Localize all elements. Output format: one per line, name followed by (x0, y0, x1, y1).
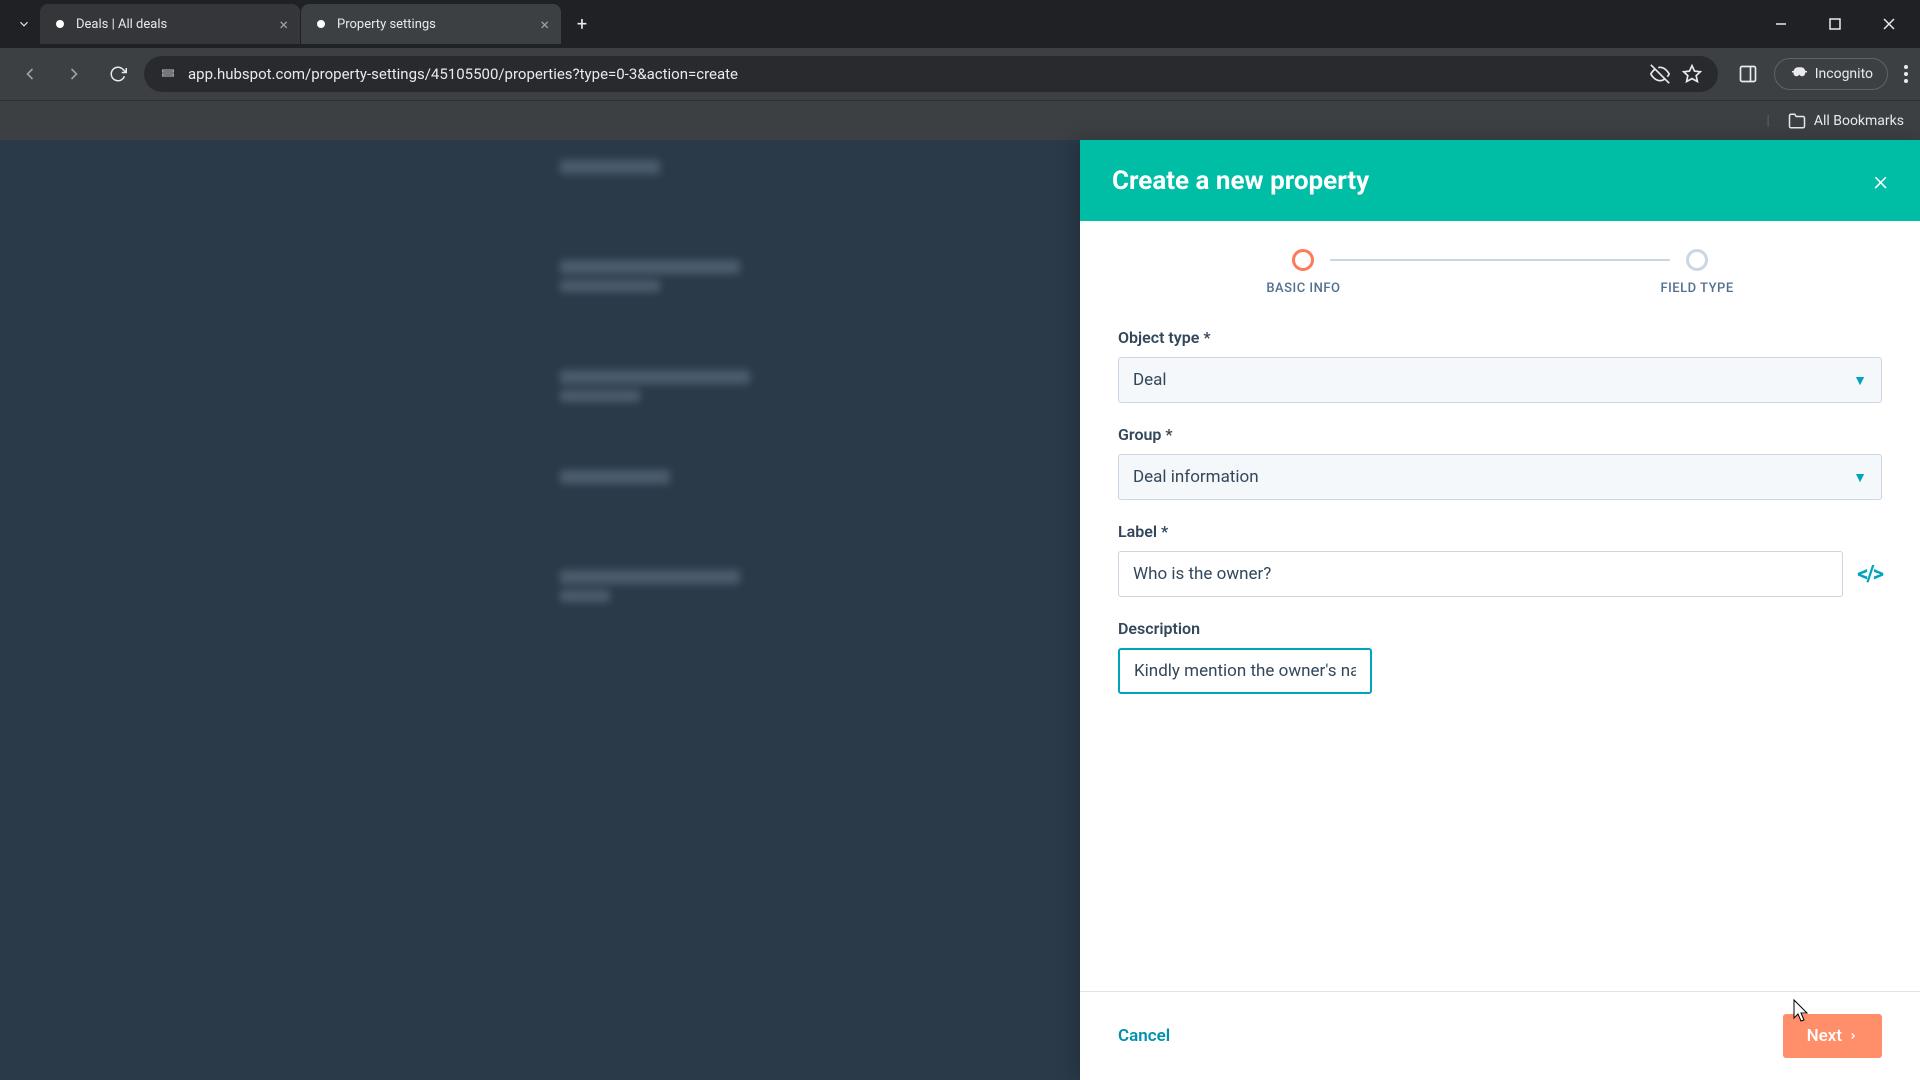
next-button-label: Next (1807, 1026, 1842, 1046)
browser-tab-strip: Deals | All deals × Property settings × … (0, 0, 1920, 48)
select-value: Deal (1133, 370, 1167, 390)
description-label: Description (1118, 619, 1882, 638)
chevron-right-icon (1848, 1030, 1858, 1042)
reload-button[interactable] (100, 56, 136, 92)
create-property-panel: Create a new property × BASIC INFO FIELD… (1080, 140, 1920, 1080)
label-input[interactable] (1118, 551, 1843, 597)
next-button[interactable]: Next (1783, 1014, 1882, 1058)
step-basic-info[interactable]: BASIC INFO (1266, 249, 1340, 296)
hubspot-icon (52, 16, 68, 32)
browser-tab-property-settings[interactable]: Property settings × (301, 4, 561, 44)
close-icon[interactable]: × (279, 15, 288, 34)
panel-footer: Cancel Next (1080, 991, 1920, 1080)
object-type-group: Object type * Deal ▼ (1118, 328, 1882, 403)
chevron-down-icon: ▼ (1853, 372, 1867, 389)
step-connector (1330, 259, 1670, 261)
panel-title: Create a new property (1112, 166, 1369, 196)
step-label: FIELD TYPE (1660, 281, 1733, 296)
menu-icon[interactable] (1904, 65, 1908, 83)
folder-icon (1788, 112, 1806, 130)
close-panel-button[interactable]: × (1873, 164, 1888, 197)
browser-tab-deals[interactable]: Deals | All deals × (40, 4, 300, 44)
hubspot-icon (313, 16, 329, 32)
select-value: Deal information (1133, 467, 1259, 487)
close-icon[interactable]: × (540, 15, 549, 34)
all-bookmarks-button[interactable]: All Bookmarks (1788, 112, 1904, 130)
panel-header: Create a new property × (1080, 140, 1920, 221)
group-select[interactable]: Deal information ▼ (1118, 454, 1882, 500)
eye-off-icon[interactable] (1650, 64, 1670, 84)
new-tab-button[interactable]: + (566, 8, 598, 40)
maximize-button[interactable] (1812, 8, 1858, 40)
chevron-down-icon: ▼ (1853, 469, 1867, 486)
description-field-group: Description (1118, 619, 1882, 694)
url-bar[interactable]: app.hubspot.com/property-settings/451055… (144, 56, 1718, 92)
description-input[interactable] (1118, 648, 1372, 694)
object-type-select[interactable]: Deal ▼ (1118, 357, 1882, 403)
tab-title: Property settings (337, 17, 528, 32)
incognito-badge[interactable]: Incognito (1774, 58, 1888, 90)
close-window-button[interactable] (1866, 8, 1912, 40)
incognito-label: Incognito (1815, 66, 1873, 82)
back-button[interactable] (12, 56, 48, 92)
url-text: app.hubspot.com/property-settings/451055… (188, 65, 1638, 83)
incognito-icon (1789, 65, 1807, 83)
side-panel-icon[interactable] (1738, 64, 1758, 84)
address-bar: app.hubspot.com/property-settings/451055… (0, 48, 1920, 100)
object-type-label: Object type * (1118, 328, 1882, 347)
form-body: Object type * Deal ▼ Group * Deal inform… (1080, 316, 1920, 991)
star-icon[interactable] (1682, 64, 1702, 84)
stepper: BASIC INFO FIELD TYPE (1080, 221, 1920, 316)
group-label: Group * (1118, 425, 1882, 444)
label-field-label: Label * (1118, 522, 1882, 541)
tab-title: Deals | All deals (76, 17, 267, 32)
site-settings-icon[interactable] (160, 66, 176, 82)
step-circle (1686, 249, 1708, 271)
step-field-type[interactable]: FIELD TYPE (1660, 249, 1733, 296)
step-circle-active (1292, 249, 1314, 271)
step-label: BASIC INFO (1266, 281, 1340, 296)
tab-search-dropdown[interactable] (8, 8, 40, 40)
forward-button[interactable] (56, 56, 92, 92)
minimize-button[interactable] (1758, 8, 1804, 40)
cancel-button[interactable]: Cancel (1118, 1026, 1170, 1046)
bookmarks-label: All Bookmarks (1814, 113, 1904, 129)
label-field-group: Label * </> (1118, 522, 1882, 597)
group-field-group: Group * Deal information ▼ (1118, 425, 1882, 500)
bookmarks-bar: | All Bookmarks (0, 100, 1920, 140)
code-icon[interactable]: </> (1857, 562, 1882, 587)
